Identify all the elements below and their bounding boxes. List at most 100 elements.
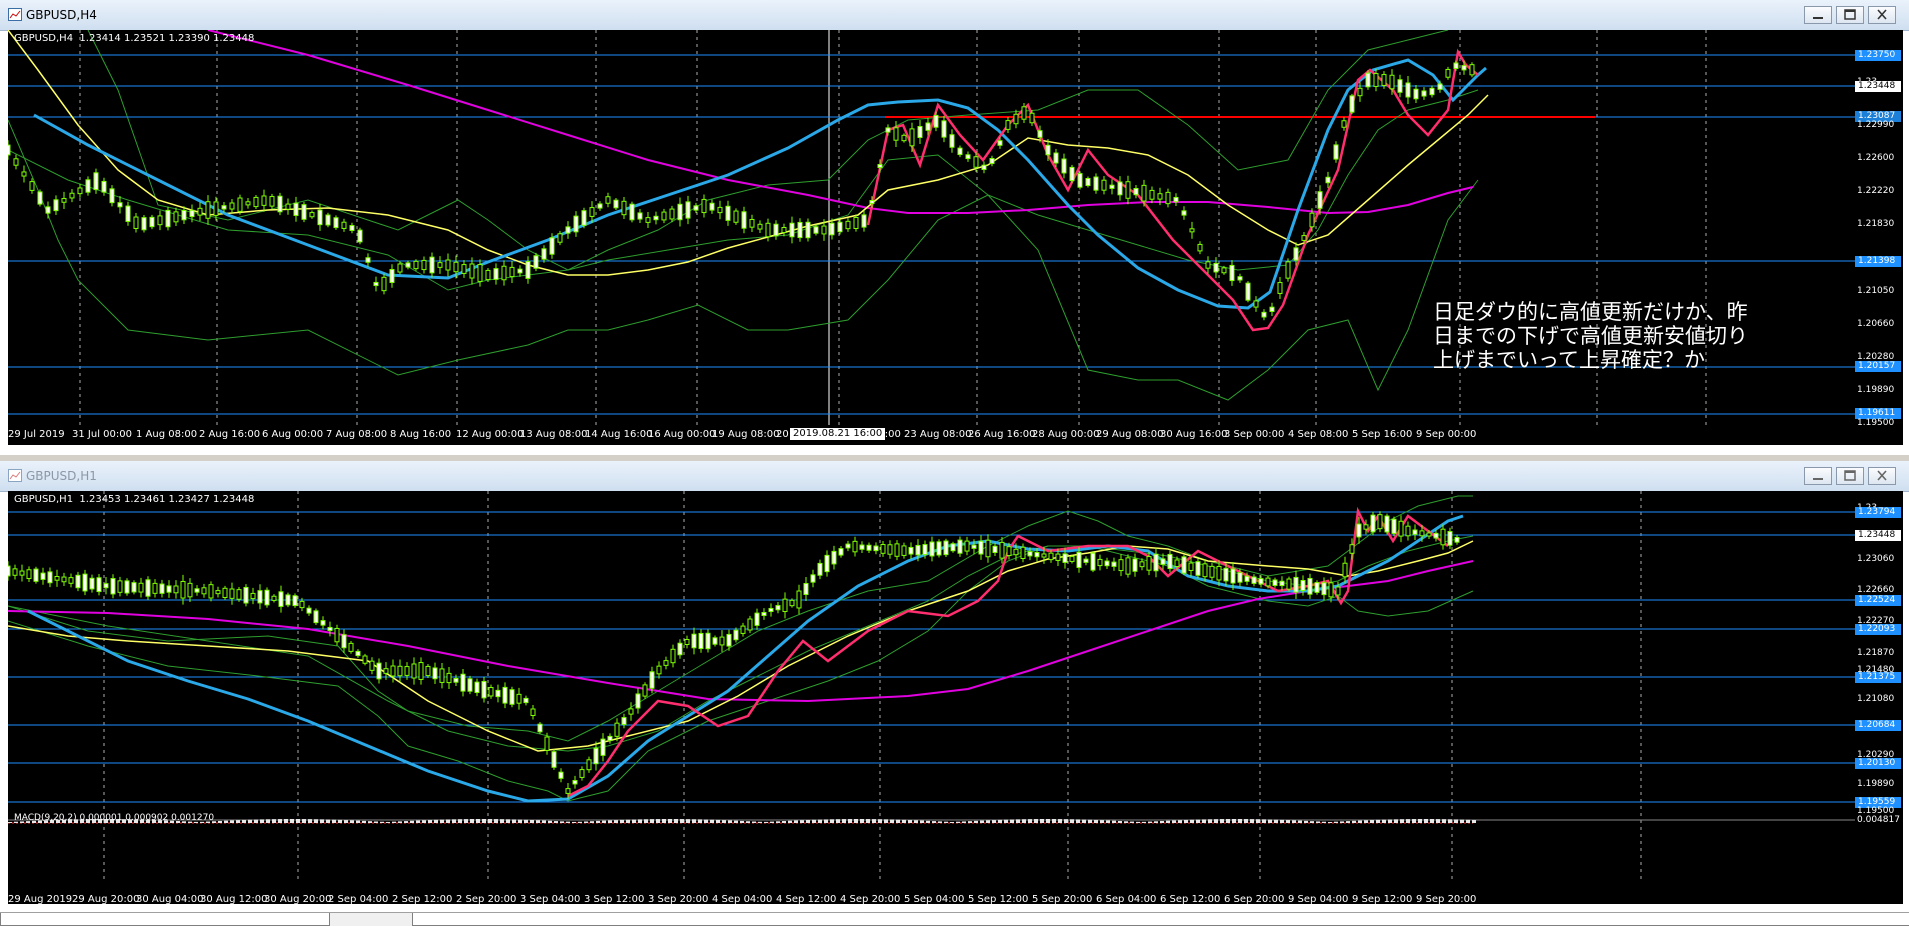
- candle-body: [201, 587, 207, 595]
- candle-body: [8, 144, 11, 156]
- macd-bar: [290, 819, 294, 823]
- candle-body: [797, 221, 803, 239]
- close-button[interactable]: [1868, 6, 1896, 24]
- candle-body: [749, 218, 755, 228]
- candle-body: [1237, 276, 1243, 281]
- chart-tab[interactable]: [0, 913, 330, 926]
- candle-body: [1195, 561, 1201, 576]
- price-label: 1.19890: [1857, 385, 1895, 395]
- candle-body: [236, 589, 242, 600]
- macd-bar: [1028, 819, 1032, 823]
- macd-bar: [1094, 819, 1098, 823]
- candle-body: [381, 276, 387, 292]
- candle-body: [461, 264, 467, 274]
- candle-body: [237, 197, 243, 212]
- macd-bar: [1070, 819, 1074, 823]
- candle-body: [187, 582, 193, 598]
- candle-body: [861, 214, 867, 228]
- macd-bar: [1112, 820, 1116, 823]
- macd-bar: [1040, 819, 1044, 823]
- price-chart-h1[interactable]: GBPUSD,H1 1.23453 1.23461 1.23427 1.2344…: [8, 491, 1903, 904]
- candle-body: [523, 697, 529, 704]
- candle-body: [1083, 558, 1089, 563]
- close-button[interactable]: [1868, 467, 1896, 485]
- candle-body: [509, 266, 515, 278]
- time-label: 23 Aug 08:00: [904, 429, 972, 440]
- macd-bar: [1064, 819, 1068, 823]
- candle-body: [1197, 243, 1203, 252]
- macd-bar: [1376, 819, 1380, 823]
- maximize-button[interactable]: [1836, 6, 1864, 24]
- candle-body: [957, 147, 963, 156]
- macd-bar: [380, 821, 384, 823]
- candle-body: [250, 592, 256, 600]
- candle-body: [908, 546, 914, 555]
- candle-body: [117, 202, 123, 208]
- window-titlebar[interactable]: GBPUSD,H4: [0, 0, 1909, 31]
- candle-body: [173, 211, 179, 223]
- candle-body: [894, 543, 900, 557]
- macd-bar: [296, 819, 300, 823]
- macd-bar: [1214, 819, 1218, 823]
- candle-body: [173, 585, 179, 594]
- candle-body: [301, 204, 307, 220]
- candle-body: [853, 217, 859, 229]
- candle-body: [1165, 191, 1171, 205]
- time-label: 9 Sep 00:00: [1416, 429, 1477, 440]
- macd-bar: [1406, 819, 1410, 823]
- candle-body: [917, 126, 923, 138]
- candle-body: [635, 693, 641, 709]
- candle-body: [1357, 87, 1363, 97]
- macd-bar: [1472, 819, 1476, 823]
- candle-body: [397, 263, 403, 273]
- candle-body: [845, 220, 851, 230]
- macd-bar: [1424, 819, 1428, 823]
- candle-body: [1342, 562, 1348, 578]
- minimize-button[interactable]: [1804, 6, 1832, 24]
- minimize-button[interactable]: [1804, 467, 1832, 485]
- candle-body: [1006, 546, 1012, 557]
- candle-body: [21, 171, 27, 177]
- macd-bar: [1184, 819, 1188, 823]
- candle-body: [373, 281, 379, 287]
- candle-body: [501, 265, 507, 281]
- macd-bar: [518, 819, 522, 823]
- candle-body: [607, 735, 613, 742]
- time-label: 8 Aug 16:00: [390, 429, 452, 440]
- candle-body: [1005, 120, 1011, 130]
- candle-body: [257, 590, 263, 604]
- macd-bar: [608, 820, 612, 823]
- candle-body: [805, 221, 811, 239]
- macd-bar: [1010, 819, 1014, 823]
- macd-bar: [512, 819, 516, 823]
- candle-body: [685, 201, 691, 219]
- candle-body: [229, 202, 235, 210]
- macd-bar: [1220, 819, 1224, 823]
- candle-body: [69, 192, 75, 199]
- macd-bar: [1352, 820, 1356, 823]
- candle-body: [1132, 558, 1138, 572]
- candle-body: [1111, 561, 1117, 567]
- candle-body: [1333, 144, 1339, 160]
- chart-tab[interactable]: [412, 913, 1909, 926]
- candle-body: [701, 198, 707, 214]
- candle-body: [389, 268, 395, 284]
- macd-bar: [386, 821, 390, 823]
- macd-bar: [758, 821, 762, 823]
- candle-body: [999, 541, 1005, 559]
- time-label: 3 Sep 00:00: [1224, 429, 1285, 440]
- time-label: 31 Jul 00:00: [72, 429, 132, 440]
- candle-body: [453, 677, 459, 683]
- macd-bar: [1130, 821, 1134, 823]
- candle-body: [1213, 262, 1219, 273]
- macd-bar: [428, 820, 432, 823]
- candle-body: [1229, 264, 1235, 282]
- maximize-button[interactable]: [1836, 467, 1864, 485]
- window-titlebar[interactable]: GBPUSD,H1: [0, 461, 1909, 492]
- candle-body: [936, 541, 942, 556]
- candle-body: [1209, 565, 1215, 578]
- candle-body: [334, 627, 340, 643]
- time-label: 4 Sep 20:00: [840, 894, 901, 905]
- price-chart-h4[interactable]: GBPUSD,H4 1.23414 1.23521 1.23390 1.2344…: [8, 30, 1903, 445]
- candle-body: [47, 571, 53, 584]
